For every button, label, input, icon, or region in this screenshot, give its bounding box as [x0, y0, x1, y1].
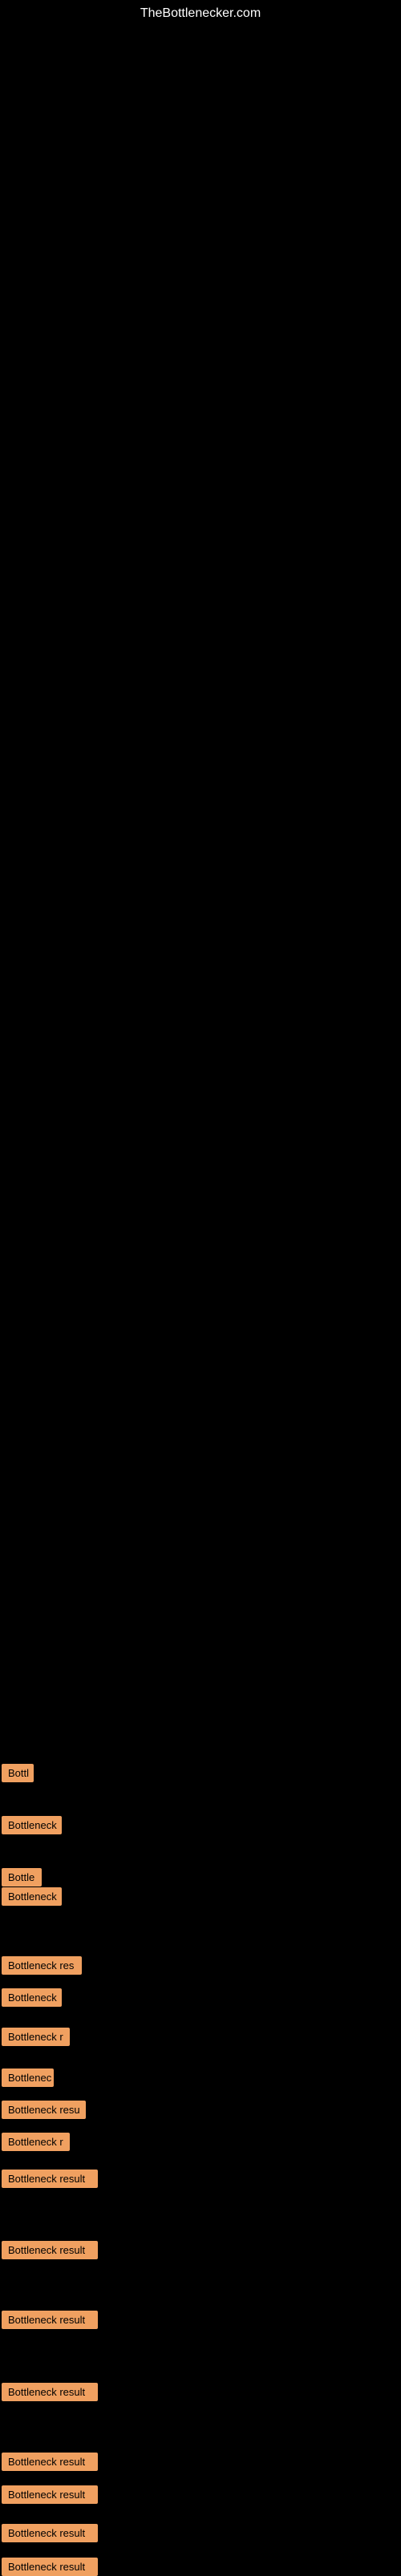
bottleneck-result-item: Bottlenec [2, 2068, 54, 2087]
bottleneck-result-item: Bottl [2, 1764, 34, 1782]
site-title: TheBottlenecker.com [0, 0, 401, 21]
bottleneck-result-item: Bottleneck [2, 1816, 62, 1834]
bottleneck-result-item: Bottleneck r [2, 2133, 70, 2151]
bottleneck-result-item: Bottleneck result [2, 2558, 98, 2576]
bottleneck-result-item: Bottleneck result [2, 2170, 98, 2188]
bottleneck-result-item: Bottleneck [2, 1887, 62, 1906]
page-content: TheBottlenecker.com BottlBottleneckBottl… [0, 0, 401, 2566]
bottleneck-result-item: Bottleneck r [2, 2028, 70, 2046]
bottleneck-result-item: Bottle [2, 1868, 42, 1887]
bottleneck-result-item: Bottleneck result [2, 2383, 98, 2401]
bottleneck-result-item: Bottleneck resu [2, 2101, 86, 2119]
bottleneck-result-item: Bottleneck result [2, 2453, 98, 2471]
bottleneck-result-item: Bottleneck [2, 1988, 62, 2007]
bottleneck-result-item: Bottleneck res [2, 1956, 82, 1975]
bottleneck-result-item: Bottleneck result [2, 2311, 98, 2329]
bottleneck-result-item: Bottleneck result [2, 2524, 98, 2542]
bottleneck-result-item: Bottleneck result [2, 2241, 98, 2259]
bottleneck-result-item: Bottleneck result [2, 2485, 98, 2504]
